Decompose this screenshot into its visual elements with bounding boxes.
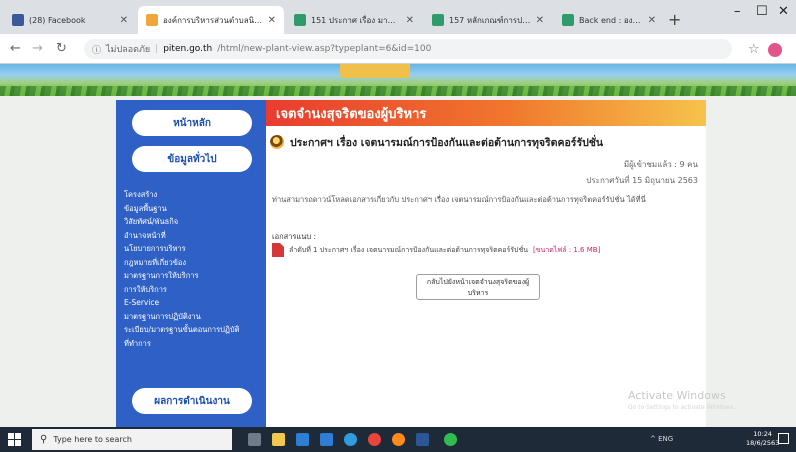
notification-center-icon[interactable] (778, 433, 789, 444)
firefox-icon[interactable] (392, 433, 405, 446)
windows-start-icon[interactable] (8, 433, 21, 446)
taskbar-search-box[interactable]: ⚲ Type here to search (32, 429, 232, 450)
sidebar-item-procedures[interactable]: ระเบียบ/มาตรฐานขั้นตอนการปฏิบัติ (124, 323, 264, 337)
attachments-label: เอกสารแนบ : (272, 232, 317, 241)
banner-grass-image (0, 86, 796, 96)
edge-icon[interactable] (344, 433, 357, 446)
activate-windows-subtitle: Go to Settings to activate Windows. (628, 404, 736, 411)
search-icon: ⚲ (40, 434, 48, 445)
site-banner (0, 64, 796, 96)
sidebar-item-laws[interactable]: กฎหมายที่เกี่ยวข้อง (124, 256, 264, 270)
back-to-list-button[interactable]: กลับไปยังหน้าเจตจำนงสุจริตของผู้บริหาร (416, 274, 540, 300)
sidebar-item-basic-info[interactable]: ข้อมูลพื้นฐาน (124, 202, 264, 216)
line-icon[interactable] (444, 433, 457, 446)
reload-icon[interactable]: ↻ (56, 41, 67, 56)
bookmark-star-icon[interactable]: ☆ (748, 42, 760, 57)
close-tab-icon[interactable]: ✕ (648, 15, 656, 26)
site-favicon-icon (432, 14, 444, 26)
activate-windows-title: Activate Windows (628, 389, 726, 402)
site-favicon-icon (146, 14, 158, 26)
web-page: หน้าหลัก ข้อมูลทั่วไป โครงสร้าง ข้อมูลพื… (0, 64, 796, 427)
tab-title: 157 หลักเกณฑ์การปฏิบัติงาน... (449, 15, 531, 25)
clock-time: 10:24 (753, 430, 773, 438)
browser-tab-active[interactable]: องค์การบริหารส่วนตำบลนิคม ฝ่าย... ✕ (138, 6, 284, 34)
sidebar-menu: โครงสร้าง ข้อมูลพื้นฐาน วิสัยทัศน์/พันธก… (124, 188, 264, 350)
sidebar-item-service-standards[interactable]: มาตรฐานการให้บริการ (124, 269, 264, 283)
back-arrow-icon[interactable]: ← (10, 41, 21, 56)
sidebar: หน้าหลัก ข้อมูลทั่วไป โครงสร้าง ข้อมูลพื… (116, 100, 266, 427)
attachment-link[interactable]: ลำดับที่ 1 ประกาศฯ เรื่อง เจตนารมณ์การป้… (289, 245, 528, 256)
sidebar-item-policy[interactable]: นโยบายการบริหาร (124, 242, 264, 256)
site-favicon-icon (562, 14, 574, 26)
url-host: piten.go.th (163, 44, 213, 54)
pdf-file-icon (272, 243, 284, 257)
view-count: มีผู้เข้าชมแล้ว : 9 คน (623, 160, 698, 169)
word-icon[interactable] (416, 433, 429, 446)
clock-date: 18/6/2563 (746, 439, 780, 447)
sidebar-item-services[interactable]: การให้บริการ (124, 283, 264, 297)
sidebar-home-button[interactable]: หน้าหลัก (132, 110, 252, 136)
main-content: เจตจำนงสุจริตของผู้บริหาร ประกาศฯ เรื่อง… (266, 100, 706, 427)
sidebar-performance-header[interactable]: ผลการดำเนินงาน (132, 388, 252, 414)
post-title-row: ประกาศฯ เรื่อง เจตนารมณ์การป้องกันและต่อ… (270, 132, 700, 152)
tab-title: Back end : องค์การบริหารส่วนตำ... (579, 15, 643, 25)
windows-taskbar: ⚲ Type here to search ^ ENG 10:24 18/6/2… (0, 427, 796, 452)
minimize-button[interactable]: – (734, 4, 741, 19)
new-tab-button[interactable]: + (668, 10, 681, 29)
system-tray[interactable]: ^ ENG (650, 435, 673, 443)
mail-icon[interactable] (320, 433, 333, 446)
address-bar[interactable]: ⓘ ไม่ปลอดภัย | piten.go.th/html/new-plan… (84, 39, 732, 59)
close-tab-icon[interactable]: ✕ (406, 15, 414, 26)
banner-building-image (340, 64, 410, 78)
tab-title: องค์การบริหารส่วนตำบลนิคม ฝ่าย... (163, 15, 263, 25)
forward-arrow-icon[interactable]: → (32, 41, 43, 56)
not-secure-label: ไม่ปลอดภัย (106, 45, 151, 55)
sidebar-item-e-service[interactable]: E-Service (124, 296, 264, 310)
close-window-button[interactable]: ✕ (778, 4, 789, 19)
sidebar-item-office[interactable]: ที่ทำการ (124, 337, 264, 351)
maximize-button[interactable]: ☐ (756, 4, 768, 19)
browser-tab[interactable]: 151 ประกาศ เรื่อง มาตรการ... ✕ (286, 6, 422, 34)
attachment-item[interactable]: ลำดับที่ 1 ประกาศฯ เรื่อง เจตนารมณ์การป้… (272, 243, 700, 257)
url-separator: | (155, 44, 159, 54)
section-title: เจตจำนงสุจริตของผู้บริหาร (276, 106, 427, 122)
post-date: ประกาศวันที่ 15 มิถุนายน 2563 (586, 176, 698, 185)
sidebar-item-work-standards[interactable]: มาตรฐานการปฏิบัติงาน (124, 310, 264, 324)
sidebar-item-duties[interactable]: อำนาจหน้าที่ (124, 229, 264, 243)
close-tab-icon[interactable]: ✕ (536, 15, 544, 26)
sidebar-item-vision[interactable]: วิสัยทัศน์/พันธกิจ (124, 215, 264, 229)
section-header: เจตจำนงสุจริตของผู้บริหาร (266, 100, 706, 126)
tab-title: (28) Facebook (29, 15, 86, 25)
search-placeholder: Type here to search (53, 435, 132, 444)
sidebar-item-structure[interactable]: โครงสร้าง (124, 188, 264, 202)
post-description: ท่านสามารถดาวน์โหลดเอกสารเกี่ยวกับ ประกา… (272, 195, 646, 204)
profile-avatar[interactable] (768, 43, 782, 57)
browser-tab[interactable]: Back end : องค์การบริหารส่วนตำ... ✕ (554, 6, 664, 34)
attachment-size: [ขนาดไฟล์ : 1.6 MB] (533, 245, 601, 254)
info-icon[interactable]: ⓘ (92, 43, 101, 56)
task-view-icon[interactable] (248, 433, 261, 446)
taskbar-clock[interactable]: 10:24 18/6/2563 (746, 430, 779, 448)
site-favicon-icon (294, 14, 306, 26)
close-tab-icon[interactable]: ✕ (120, 15, 128, 26)
facebook-icon (12, 14, 24, 26)
address-toolbar: ← → ↻ ⓘ ไม่ปลอดภัย | piten.go.th/html/ne… (0, 34, 796, 64)
tab-title: 151 ประกาศ เรื่อง มาตรการ... (311, 15, 401, 25)
sidebar-general-info-header[interactable]: ข้อมูลทั่วไป (132, 146, 252, 172)
post-title: ประกาศฯ เรื่อง เจตนารมณ์การป้องกันและต่อ… (290, 136, 604, 149)
file-explorer-icon[interactable] (272, 433, 285, 446)
store-icon[interactable] (296, 433, 309, 446)
browser-tab[interactable]: 157 หลักเกณฑ์การปฏิบัติงาน... ✕ (424, 6, 552, 34)
browser-tab[interactable]: (28) Facebook ✕ (4, 6, 136, 34)
chrome-icon[interactable] (368, 433, 381, 446)
url-path: /html/new-plant-view.asp?typeplant=6&id=… (217, 44, 432, 54)
browser-tab-bar: (28) Facebook ✕ องค์การบริหารส่วนตำบลนิค… (0, 0, 796, 34)
close-tab-icon[interactable]: ✕ (268, 15, 276, 26)
announcement-icon (270, 135, 284, 149)
